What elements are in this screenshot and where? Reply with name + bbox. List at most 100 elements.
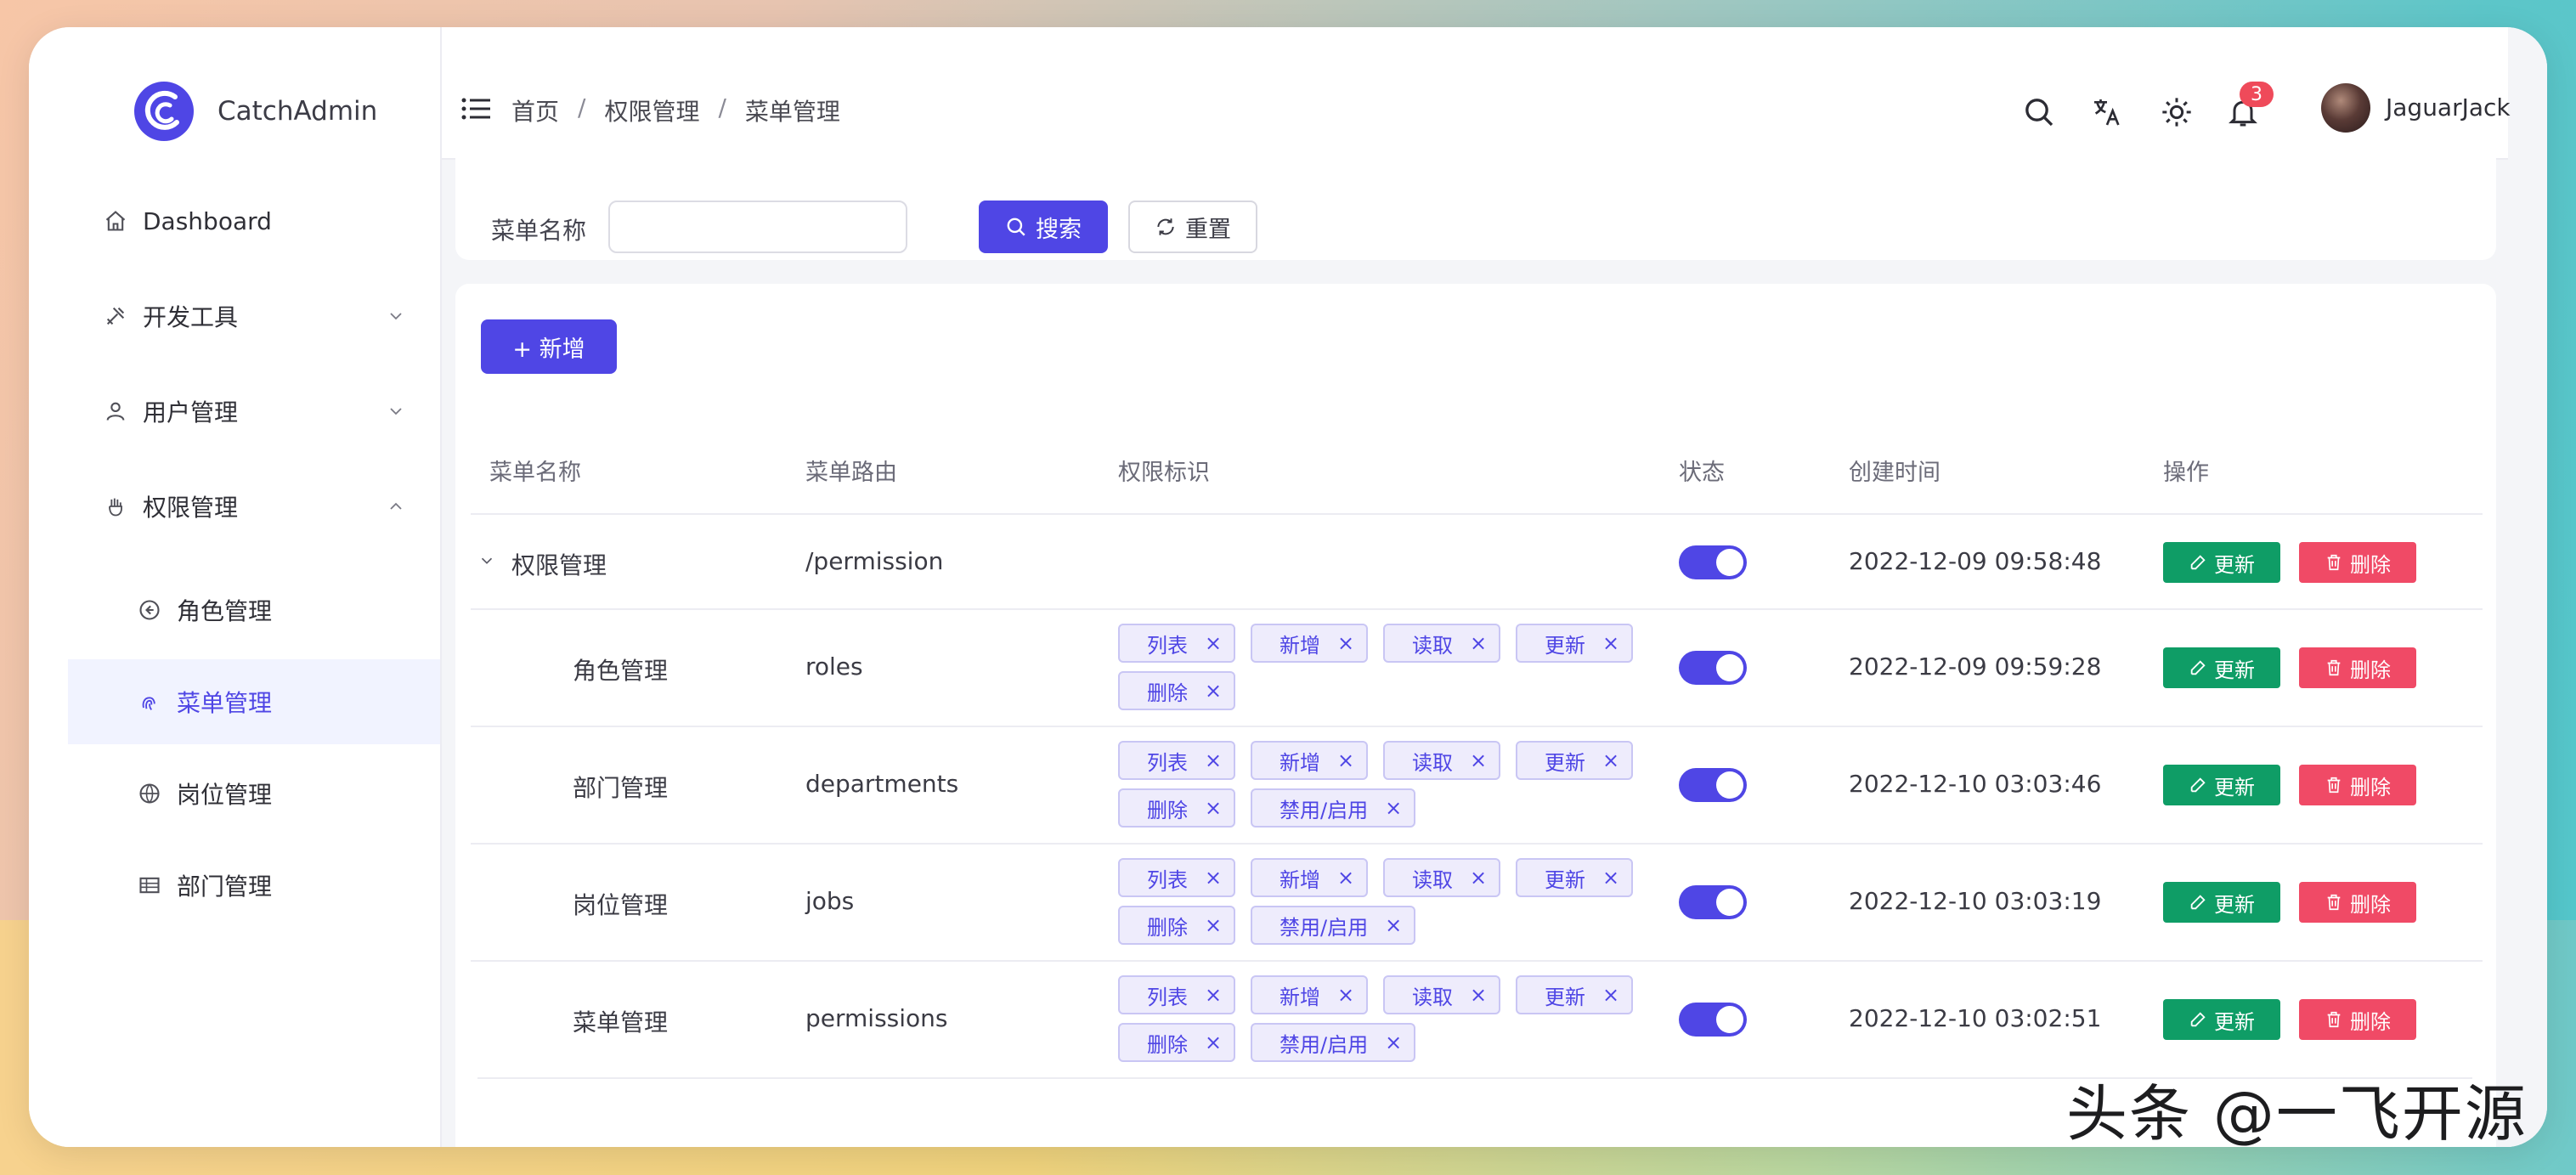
chevron-up-icon [390, 502, 402, 510]
close-icon[interactable]: × [1385, 913, 1402, 937]
close-icon[interactable]: × [1602, 983, 1619, 1007]
close-icon[interactable]: × [1602, 866, 1619, 890]
delete-button[interactable]: 删除 [2299, 999, 2416, 1040]
created-time: 2022-12-10 03:03:46 [1849, 770, 2102, 798]
sidebar: CatchAdmin Dashboard 开发工具 用户管理 权限管理 角色管理 [29, 27, 442, 1147]
update-label: 更新 [2214, 892, 2255, 917]
app-window: CatchAdmin Dashboard 开发工具 用户管理 权限管理 角色管理 [29, 27, 2547, 1147]
close-icon[interactable]: × [1337, 983, 1354, 1007]
brand-name: CatchAdmin [217, 96, 378, 127]
sidebar-item-jobs[interactable]: 岗位管理 [29, 751, 440, 836]
close-icon[interactable]: × [1385, 796, 1402, 820]
edit-icon [2190, 895, 2206, 910]
close-icon[interactable]: × [1337, 866, 1354, 890]
delete-button[interactable]: 删除 [2299, 765, 2416, 805]
close-icon[interactable]: × [1205, 748, 1222, 772]
close-icon[interactable]: × [1470, 748, 1487, 772]
column-header: 菜单路由 [805, 460, 897, 486]
close-icon[interactable]: × [1602, 631, 1619, 655]
tag-label: 更新 [1545, 633, 1585, 658]
sidebar-item-menus[interactable]: 菜单管理 [68, 659, 440, 744]
delete-button[interactable]: 删除 [2299, 647, 2416, 688]
permission-tag: 禁用/启用 × [1251, 788, 1416, 828]
tag-label: 读取 [1412, 867, 1453, 892]
tag-label: 列表 [1147, 750, 1188, 775]
update-button[interactable]: 更新 [2163, 647, 2280, 688]
close-icon[interactable]: × [1205, 866, 1222, 890]
permission-tag: 更新 × [1516, 741, 1634, 780]
update-button[interactable]: 更新 [2163, 882, 2280, 923]
logo-icon [134, 82, 194, 141]
status-toggle[interactable] [1679, 651, 1747, 685]
top-header: 首页 / 权限管理 / 菜单管理 3 JaguarJack [442, 27, 2511, 160]
user-icon [106, 402, 125, 421]
menu-name-input[interactable] [608, 201, 907, 253]
menu-name: 岗位管理 [573, 891, 669, 919]
update-button[interactable]: 更新 [2163, 999, 2280, 1040]
status-toggle[interactable] [1679, 545, 1747, 579]
close-icon[interactable]: × [1205, 983, 1222, 1007]
close-icon[interactable]: × [1602, 748, 1619, 772]
search-icon[interactable] [2022, 95, 2056, 129]
add-button[interactable]: + 新增 [481, 319, 617, 374]
permission-tag: 更新 × [1516, 624, 1634, 663]
close-icon[interactable]: × [1470, 631, 1487, 655]
sun-icon[interactable] [2160, 95, 2194, 129]
delete-button[interactable]: 删除 [2299, 542, 2416, 583]
sidebar-item-users[interactable]: 用户管理 [29, 369, 440, 454]
search-button[interactable]: 搜索 [979, 201, 1108, 253]
tag-label: 新增 [1280, 985, 1320, 1009]
sidebar-item-roles[interactable]: 角色管理 [29, 568, 440, 652]
close-icon[interactable]: × [1205, 913, 1222, 937]
column-header: 操作 [2163, 460, 2209, 486]
tag-label: 更新 [1545, 985, 1585, 1009]
tag-label: 读取 [1412, 750, 1453, 775]
trash-icon [2327, 777, 2341, 794]
row-divider [471, 513, 2483, 515]
basketball-icon [139, 783, 160, 804]
update-button[interactable]: 更新 [2163, 765, 2280, 805]
menu-route: /permission [805, 547, 944, 575]
tag-label: 禁用/启用 [1280, 915, 1369, 940]
permission-tag: 禁用/启用 × [1251, 906, 1416, 945]
tag-label: 更新 [1545, 750, 1585, 775]
sidebar-item-permissions[interactable]: 权限管理 [29, 464, 440, 549]
status-toggle[interactable] [1679, 1003, 1747, 1037]
close-icon[interactable]: × [1470, 866, 1487, 890]
close-icon[interactable]: × [1205, 679, 1222, 703]
delete-label: 删除 [2350, 775, 2391, 799]
breadcrumb-permissions[interactable]: 权限管理 [604, 93, 699, 127]
table-panel: + 新增 菜单名称 菜单路由 权限标识 状态 创建时间 操作 权限管理 /per… [455, 284, 2496, 1147]
username[interactable]: JaguarJack [2386, 93, 2511, 121]
sidebar-item-dev-tools[interactable]: 开发工具 [29, 274, 440, 359]
brand[interactable]: CatchAdmin [133, 80, 377, 143]
row-divider [471, 726, 2483, 727]
update-label: 更新 [2214, 1009, 2255, 1034]
close-icon[interactable]: × [1205, 1031, 1222, 1054]
close-icon[interactable]: × [1205, 631, 1222, 655]
breadcrumb-home[interactable]: 首页 [511, 93, 559, 127]
tag-label: 更新 [1545, 867, 1585, 892]
refresh-icon [1157, 218, 1174, 235]
sidebar-item-departments[interactable]: 部门管理 [29, 843, 440, 928]
chevron-down-icon[interactable] [477, 551, 496, 570]
chevron-down-icon [390, 408, 402, 415]
close-icon[interactable]: × [1337, 631, 1354, 655]
edit-icon [2190, 555, 2206, 570]
status-toggle[interactable] [1679, 768, 1747, 802]
close-icon[interactable]: × [1470, 983, 1487, 1007]
translate-icon[interactable] [2090, 95, 2124, 129]
delete-button[interactable]: 删除 [2299, 882, 2416, 923]
update-button[interactable]: 更新 [2163, 542, 2280, 583]
status-toggle[interactable] [1679, 885, 1747, 919]
reset-button[interactable]: 重置 [1128, 201, 1257, 253]
close-icon[interactable]: × [1337, 748, 1354, 772]
avatar[interactable] [2321, 83, 2370, 133]
table-icon [139, 877, 160, 894]
sidebar-item-dashboard[interactable]: Dashboard [29, 178, 440, 263]
menu-toggle-icon[interactable] [460, 93, 491, 124]
tag-label: 列表 [1147, 985, 1188, 1009]
close-icon[interactable]: × [1205, 796, 1222, 820]
close-icon[interactable]: × [1385, 1031, 1402, 1054]
breadcrumb-separator: / [718, 93, 726, 121]
